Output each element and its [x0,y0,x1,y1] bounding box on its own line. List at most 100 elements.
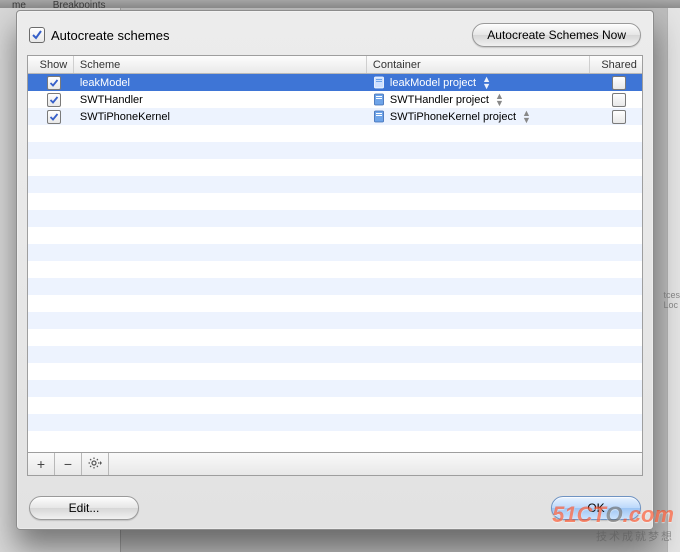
add-scheme-button[interactable]: + [28,453,55,475]
ok-button[interactable]: OK [551,496,641,520]
shared-cell[interactable] [590,74,642,91]
scheme-cell [74,312,367,329]
autocreate-schemes-label: Autocreate schemes [51,28,170,43]
stepper-arrows-icon[interactable]: ▲▼ [522,110,531,124]
scheme-cell [74,176,367,193]
container-cell [367,125,590,142]
table-row[interactable]: SWTiPhoneKernel SWTiPhoneKernel project▲▼ [28,108,642,125]
show-cell [28,312,74,329]
edit-button[interactable]: Edit... [29,496,139,520]
scheme-cell [74,142,367,159]
checkbox-icon [29,27,45,43]
scheme-cell [74,431,367,448]
container-cell[interactable]: SWTHandler project▲▼ [367,91,590,108]
table-row[interactable]: SWTHandlerSWTHandler project▲▼ [28,91,642,108]
container-cell[interactable]: leakModel project▲▼ [367,74,590,91]
xcode-project-icon [373,76,386,89]
shared-cell[interactable] [590,108,642,125]
scheme-cell [74,363,367,380]
table-row [28,159,642,176]
shared-cell[interactable] [590,91,642,108]
show-cell [28,125,74,142]
gear-icon [88,456,102,473]
container-cell[interactable]: SWTiPhoneKernel project▲▼ [367,108,590,125]
table-row [28,380,642,397]
container-cell [367,397,590,414]
shared-cell [590,295,642,312]
show-cell [28,414,74,431]
scheme-cell [74,227,367,244]
table-row [28,176,642,193]
container-cell [367,278,590,295]
table-row [28,125,642,142]
table-row [28,261,642,278]
shared-cell [590,278,642,295]
show-cell[interactable] [28,108,74,125]
container-cell [367,261,590,278]
shared-cell [590,125,642,142]
show-cell [28,176,74,193]
stepper-arrows-icon[interactable]: ▲▼ [482,76,491,90]
shared-cell [590,397,642,414]
container-cell [367,193,590,210]
show-cell[interactable] [28,91,74,108]
container-cell [367,227,590,244]
scheme-cell [74,278,367,295]
table-row [28,210,642,227]
scheme-name: SWTiPhoneKernel [80,111,170,123]
container-cell [367,346,590,363]
column-header-container[interactable]: Container [367,56,590,73]
table-row [28,431,642,448]
shared-cell [590,329,642,346]
schemes-table: Show Scheme Container Shared leakModelle… [27,55,643,453]
show-checkbox[interactable] [47,110,61,124]
show-cell[interactable] [28,74,74,91]
shared-cell [590,414,642,431]
container-cell [367,363,590,380]
autocreate-schemes-checkbox[interactable]: Autocreate schemes [29,27,170,43]
scheme-cell[interactable]: leakModel [74,74,367,91]
shared-checkbox[interactable] [612,110,626,124]
scheme-cell[interactable]: SWTiPhoneKernel [74,108,367,125]
table-header: Show Scheme Container Shared [28,56,642,74]
table-row [28,346,642,363]
shared-checkbox[interactable] [612,93,626,107]
minus-icon: − [64,456,72,472]
scheme-cell [74,295,367,312]
scheme-actions-menu-button[interactable] [82,453,109,475]
show-cell [28,227,74,244]
shared-checkbox[interactable] [612,76,626,90]
column-header-shared[interactable]: Shared [590,56,642,73]
shared-cell [590,159,642,176]
show-cell [28,363,74,380]
shared-cell [590,142,642,159]
show-checkbox[interactable] [47,93,61,107]
shared-cell [590,346,642,363]
column-header-show[interactable]: Show [28,56,74,73]
shared-cell [590,244,642,261]
container-cell [367,380,590,397]
table-row [28,193,642,210]
scheme-cell[interactable]: SWTHandler [74,91,367,108]
autocreate-schemes-now-button[interactable]: Autocreate Schemes Now [472,23,641,47]
column-header-scheme[interactable]: Scheme [74,56,367,73]
show-cell [28,295,74,312]
show-cell [28,431,74,448]
show-cell [28,244,74,261]
table-row [28,329,642,346]
container-cell [367,312,590,329]
stepper-arrows-icon[interactable]: ▲▼ [495,93,504,107]
scheme-cell [74,380,367,397]
show-cell [28,346,74,363]
container-cell [367,176,590,193]
show-cell [28,261,74,278]
remove-scheme-button[interactable]: − [55,453,82,475]
shared-cell [590,227,642,244]
show-checkbox[interactable] [47,76,61,90]
background-right-panel [667,8,680,552]
show-cell [28,380,74,397]
table-row[interactable]: leakModelleakModel project▲▼ [28,74,642,91]
scheme-cell [74,159,367,176]
background-hint-text: tces Loc [663,290,680,310]
container-cell [367,414,590,431]
